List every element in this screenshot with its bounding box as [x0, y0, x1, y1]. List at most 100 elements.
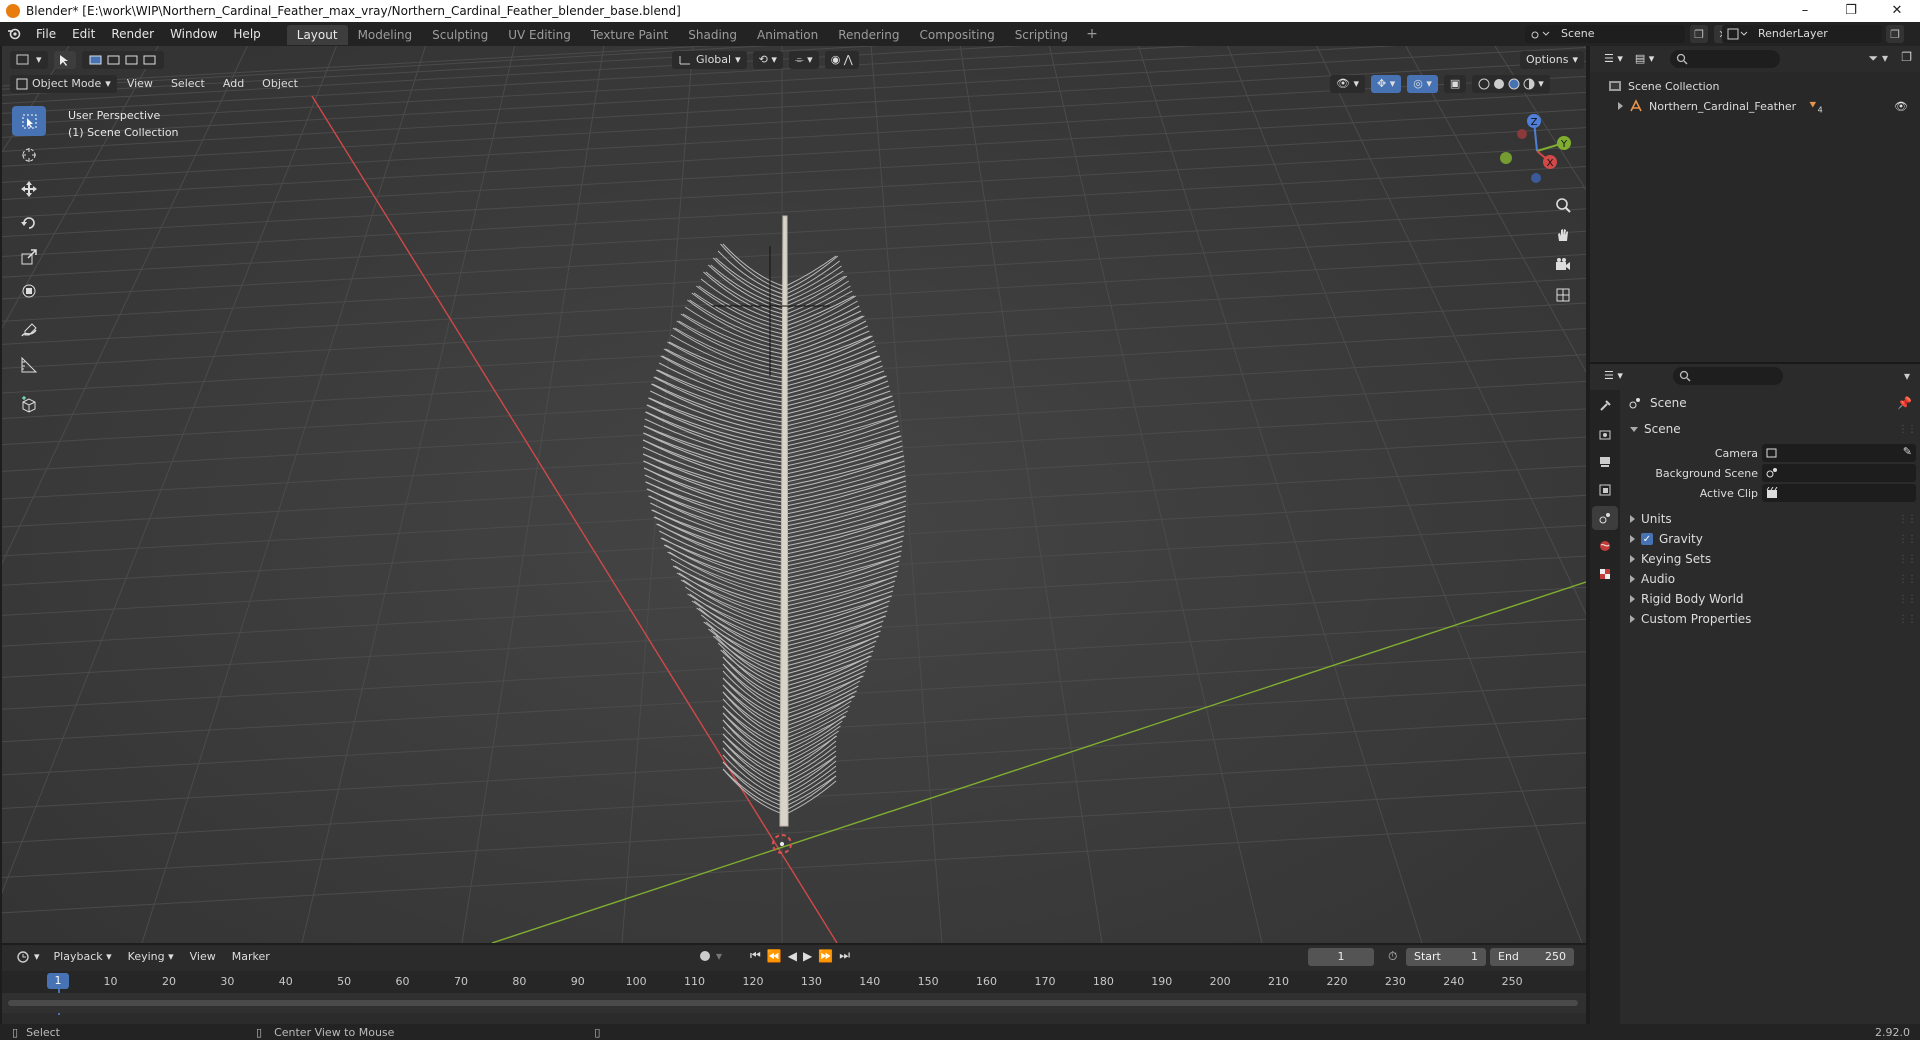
pan-view-icon[interactable]: [1550, 222, 1576, 248]
add-workspace-button[interactable]: +: [1078, 26, 1106, 42]
visibility-dropdown[interactable]: 👁 ▾: [1330, 75, 1365, 93]
expand-arrow-icon[interactable]: [1630, 535, 1635, 543]
menu-view[interactable]: View: [119, 75, 161, 93]
tab-texture-icon[interactable]: [1592, 562, 1618, 586]
select-tool-button[interactable]: [12, 106, 46, 136]
new-render-layer-icon[interactable]: ❐: [1886, 25, 1904, 43]
pin-icon[interactable]: 📌: [1897, 396, 1912, 410]
current-frame-indicator[interactable]: 1: [47, 973, 69, 989]
menu-edit[interactable]: Edit: [64, 22, 103, 46]
camera-view-icon[interactable]: [1550, 252, 1576, 278]
tab-world-icon[interactable]: [1592, 534, 1618, 558]
current-frame-field[interactable]: 1: [1308, 948, 1374, 966]
new-scene-icon[interactable]: ❐: [1690, 25, 1708, 43]
overlay-toggle[interactable]: ◎ ▾: [1407, 75, 1438, 93]
shading-mode-buttons[interactable]: ▾: [1472, 75, 1550, 93]
panel-custom-properties[interactable]: Custom Properties ⋮⋮: [1622, 608, 1920, 630]
jump-keyframe-forward-icon[interactable]: ⏩: [818, 949, 833, 963]
menu-object[interactable]: Object: [254, 75, 306, 93]
expand-arrow-icon[interactable]: [1630, 615, 1635, 623]
timeline-scrollbar[interactable]: [8, 1000, 1578, 1006]
menu-keying[interactable]: Keying ▾: [120, 948, 182, 966]
timeline-track[interactable]: [2, 993, 1586, 1013]
tab-compositing[interactable]: Compositing: [909, 25, 1004, 45]
tab-modeling[interactable]: Modeling: [348, 25, 423, 45]
menu-timeline-view[interactable]: View: [182, 948, 224, 966]
panel-units[interactable]: Units ⋮⋮: [1622, 508, 1920, 530]
outliner-scene-collection[interactable]: Scene Collection: [1590, 76, 1920, 96]
jump-keyframe-back-icon[interactable]: ⏪: [767, 949, 782, 963]
tab-animation[interactable]: Animation: [747, 25, 828, 45]
tab-layout[interactable]: Layout: [286, 25, 348, 45]
transform-tool-button[interactable]: [12, 276, 46, 306]
preview-range-icon[interactable]: ⏱: [1388, 949, 1397, 964]
new-collection-icon[interactable]: ❐: [1901, 50, 1912, 64]
keying-options-icon[interactable]: ▾: [716, 949, 722, 963]
outliner-editor-type-dropdown[interactable]: ☰ ▾: [1598, 50, 1629, 68]
tab-render-icon[interactable]: [1592, 422, 1618, 446]
expand-arrow-icon[interactable]: [1618, 102, 1623, 110]
eyedropper-icon[interactable]: ✎: [1903, 445, 1912, 458]
panel-keying-sets[interactable]: Keying Sets ⋮⋮: [1622, 548, 1920, 570]
menu-render[interactable]: Render: [103, 22, 162, 46]
jump-end-icon[interactable]: ⏭: [839, 948, 850, 963]
transform-orientation-dropdown[interactable]: Global ▾: [672, 51, 747, 69]
proportional-editing-toggle[interactable]: ◉ ⋀: [824, 51, 859, 69]
menu-marker[interactable]: Marker: [224, 948, 278, 966]
panel-rigid-body-world[interactable]: Rigid Body World ⋮⋮: [1622, 588, 1920, 610]
background-scene-field[interactable]: [1762, 464, 1916, 482]
properties-options-icon[interactable]: ▾: [1904, 369, 1910, 383]
selection-mode-buttons[interactable]: [81, 51, 164, 69]
tab-scripting[interactable]: Scripting: [1005, 25, 1078, 45]
expand-arrow-icon[interactable]: [1630, 575, 1635, 583]
xray-toggle[interactable]: ▣: [1443, 75, 1467, 93]
expand-arrow-icon[interactable]: [1630, 595, 1635, 603]
move-tool-button[interactable]: [12, 174, 46, 204]
drag-handle-icon[interactable]: ⋮⋮: [1898, 594, 1917, 605]
panel-gravity[interactable]: ✓ Gravity ⋮⋮: [1622, 528, 1920, 550]
options-dropdown[interactable]: Options ▾: [1520, 51, 1584, 69]
drag-handle-icon[interactable]: ⋮⋮: [1898, 534, 1917, 545]
tab-output-icon[interactable]: [1592, 450, 1618, 474]
minimize-button[interactable]: –: [1782, 0, 1828, 22]
tab-view-layer-icon[interactable]: [1592, 478, 1618, 502]
pivot-point-dropdown[interactable]: ⟲ ▾: [752, 51, 783, 69]
filter-icon[interactable]: ⏷ ▾: [1869, 51, 1888, 66]
select-box-tool-button[interactable]: [53, 51, 76, 69]
tab-sculpting[interactable]: Sculpting: [422, 25, 498, 45]
tab-rendering[interactable]: Rendering: [828, 25, 909, 45]
tab-shading[interactable]: Shading: [678, 25, 747, 45]
zoom-view-icon[interactable]: [1550, 192, 1576, 218]
tab-uv-editing[interactable]: UV Editing: [498, 25, 581, 45]
timeline-ruler[interactable]: 1 10 20 30 40 50 60 70 80 90 100 110 120 130 140 150 160…: [2, 971, 1586, 1015]
active-clip-field[interactable]: [1762, 484, 1916, 502]
drag-handle-icon[interactable]: ⋮⋮: [1898, 574, 1917, 585]
scale-tool-button[interactable]: [12, 242, 46, 272]
tab-texture-paint[interactable]: Texture Paint: [581, 25, 678, 45]
expand-arrow-icon[interactable]: [1630, 515, 1635, 523]
panel-audio[interactable]: Audio ⋮⋮: [1622, 568, 1920, 590]
drag-handle-icon[interactable]: ⋮⋮: [1898, 424, 1917, 435]
visibility-eye-icon[interactable]: 👁: [1894, 100, 1908, 113]
properties-editor-type-dropdown[interactable]: ☰ ▾: [1598, 367, 1629, 385]
render-layer-selector[interactable]: RenderLayer: [1722, 25, 1882, 43]
start-frame-field[interactable]: Start 1: [1406, 948, 1486, 966]
editor-type-dropdown[interactable]: ▾: [10, 51, 48, 69]
rotate-tool-button[interactable]: [12, 208, 46, 238]
timeline-editor-type-dropdown[interactable]: ▾: [10, 948, 46, 966]
auto-keying-icon[interactable]: [700, 950, 710, 961]
cursor-tool-button[interactable]: [12, 140, 46, 170]
navigation-gizmo[interactable]: Z Y X: [1492, 106, 1582, 196]
play-icon[interactable]: ▶: [803, 949, 812, 963]
maximize-button[interactable]: ❐: [1828, 0, 1874, 22]
camera-field[interactable]: ✎: [1762, 444, 1916, 462]
collapse-arrow-icon[interactable]: [1630, 426, 1638, 432]
end-frame-field[interactable]: End 250: [1490, 948, 1574, 966]
menu-help[interactable]: Help: [225, 22, 268, 46]
expand-arrow-icon[interactable]: [1630, 555, 1635, 563]
menu-add[interactable]: Add: [215, 75, 252, 93]
scene-selector[interactable]: Scene: [1525, 25, 1685, 43]
orthographic-toggle-icon[interactable]: [1550, 282, 1576, 308]
panel-scene-header[interactable]: Scene ⋮⋮: [1622, 418, 1920, 440]
drag-handle-icon[interactable]: ⋮⋮: [1898, 614, 1917, 625]
